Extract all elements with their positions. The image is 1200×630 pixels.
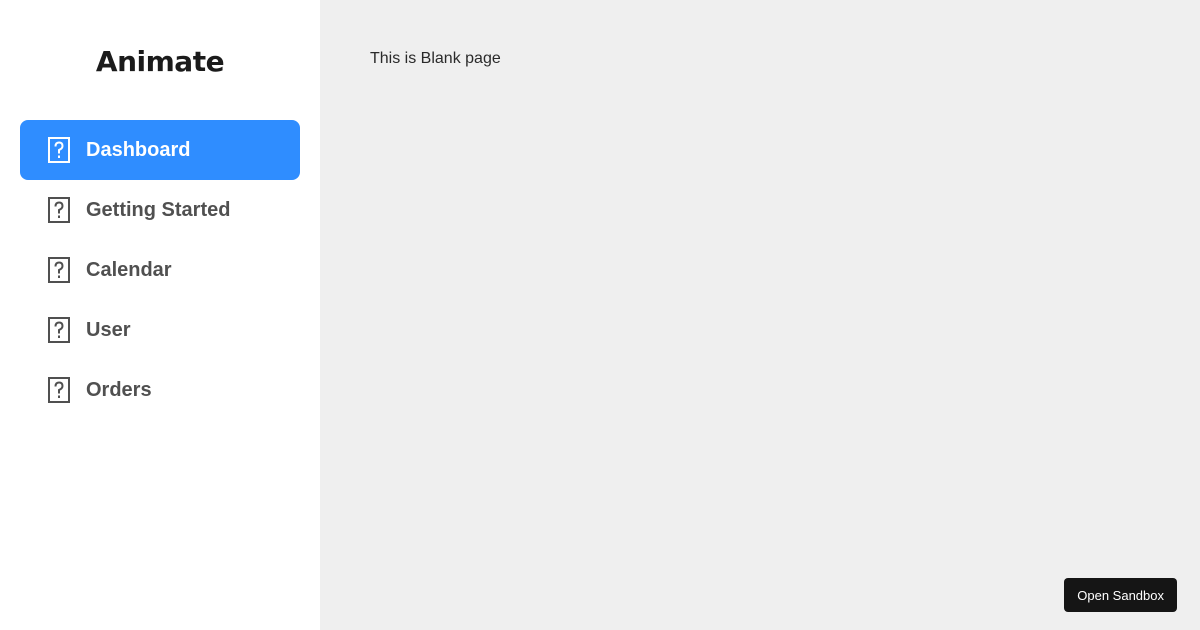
sidebar-item-label: Getting Started xyxy=(86,198,231,221)
sidebar-item-label: Orders xyxy=(86,378,152,401)
sidebar-item-dashboard[interactable]: Dashboard xyxy=(20,120,300,180)
app-root: Animate Dashboard Getting Started Calend… xyxy=(0,0,1200,630)
app-logo[interactable]: Animate xyxy=(20,0,300,120)
open-sandbox-button[interactable]: Open Sandbox xyxy=(1064,578,1177,612)
help-icon xyxy=(48,257,70,283)
sidebar-item-user[interactable]: User xyxy=(20,300,300,360)
sidebar-item-label: User xyxy=(86,318,131,341)
sidebar-item-calendar[interactable]: Calendar xyxy=(20,240,300,300)
help-icon xyxy=(48,137,70,163)
help-icon xyxy=(48,197,70,223)
sidebar-item-label: Dashboard xyxy=(86,138,191,161)
sidebar-nav: Dashboard Getting Started Calendar User xyxy=(20,120,300,420)
sidebar-item-getting-started[interactable]: Getting Started xyxy=(20,180,300,240)
sidebar-item-orders[interactable]: Orders xyxy=(20,360,300,420)
sidebar-item-label: Calendar xyxy=(86,258,172,281)
page-text: This is Blank page xyxy=(370,50,501,67)
help-icon xyxy=(48,317,70,343)
sidebar: Animate Dashboard Getting Started Calend… xyxy=(0,0,320,630)
help-icon xyxy=(48,377,70,403)
main-content: This is Blank page Open Sandbox xyxy=(320,0,1200,630)
